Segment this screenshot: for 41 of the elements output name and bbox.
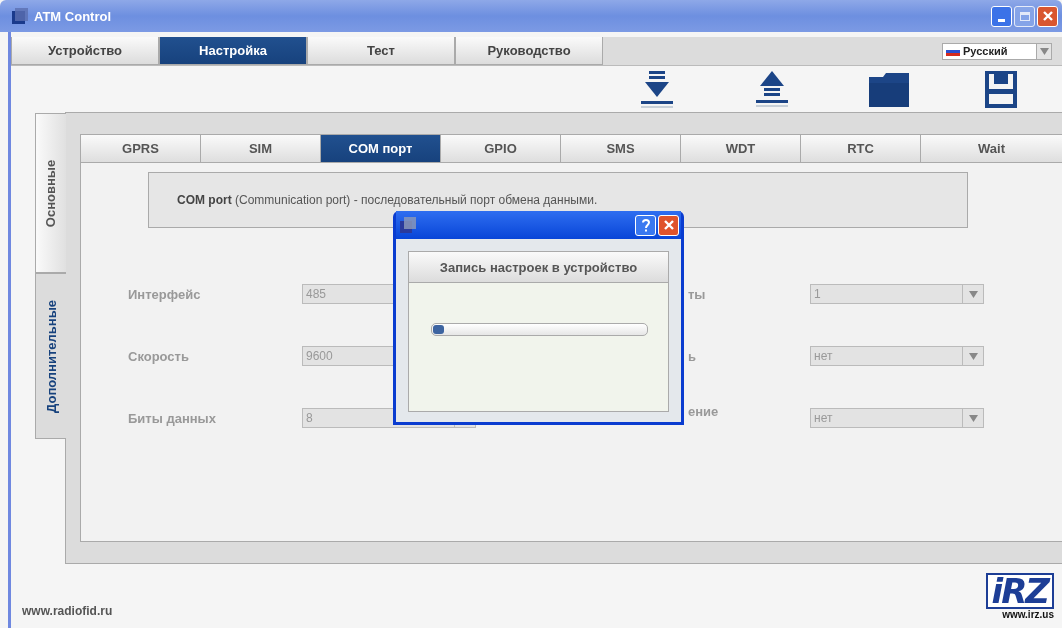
- folder-icon: [869, 70, 909, 108]
- field-label: ты: [688, 286, 707, 302]
- close-icon: [662, 219, 675, 231]
- sub-tab[interactable]: WDT: [681, 135, 801, 162]
- sub-tab[interactable]: COM порт: [321, 135, 441, 162]
- field-label: Скорость: [128, 348, 190, 364]
- field-label: ь: [688, 348, 697, 364]
- sub-tab[interactable]: Wait: [921, 135, 1062, 162]
- website-link[interactable]: www.radiofid.ru: [22, 604, 113, 618]
- caret-icon: [968, 414, 978, 422]
- menu-tab[interactable]: Устройство: [11, 37, 159, 65]
- sub-tab[interactable]: SIM: [201, 135, 321, 162]
- dialog-heading: Запись настроек в устройство: [409, 252, 668, 283]
- language-dropdown[interactable]: Русский: [942, 42, 1052, 60]
- menu-tab[interactable]: Руководство: [455, 37, 603, 65]
- menu-tab[interactable]: Тест: [307, 37, 455, 65]
- menu-tab[interactable]: Настройка: [159, 37, 307, 65]
- close-button[interactable]: [1037, 5, 1058, 27]
- caret-icon: [968, 290, 978, 298]
- minimize-button[interactable]: [991, 5, 1012, 27]
- sub-tab[interactable]: GPRS: [81, 135, 201, 162]
- field-label: ение: [688, 403, 720, 419]
- app-icon: [12, 8, 28, 24]
- help-button[interactable]: [635, 214, 656, 236]
- side-tab[interactable]: Основные: [35, 113, 66, 273]
- sub-tab[interactable]: SMS: [561, 135, 681, 162]
- caret-icon: [1039, 47, 1049, 55]
- sub-tab[interactable]: RTC: [801, 135, 921, 162]
- close-button[interactable]: [658, 214, 679, 236]
- window-title: ATM Control: [34, 8, 113, 24]
- field-label: Интерфейс: [128, 286, 202, 302]
- toolbar-button[interactable]: [869, 70, 909, 108]
- logo-url: www.irz.us: [1002, 609, 1054, 620]
- question-icon: [640, 218, 651, 232]
- logo: iRZ: [985, 573, 1054, 609]
- caret-icon: [968, 352, 978, 360]
- app-icon: [400, 217, 416, 233]
- side-tab[interactable]: Дополнительные: [35, 273, 66, 439]
- sub-tab[interactable]: GPIO: [441, 135, 561, 162]
- close-icon: [1041, 10, 1054, 22]
- field-label: Биты данных: [128, 410, 217, 426]
